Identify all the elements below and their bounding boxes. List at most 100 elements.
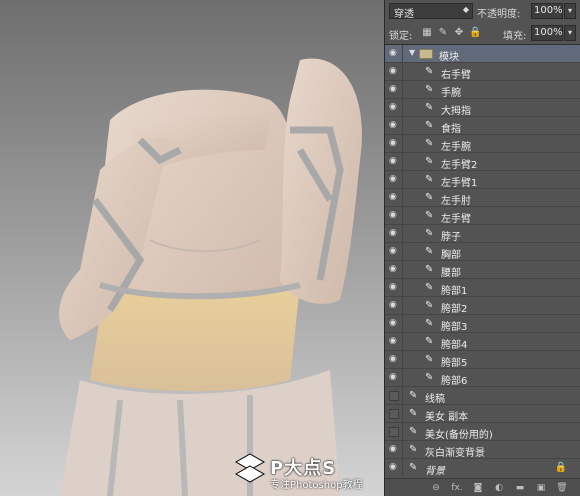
new-layer-icon[interactable]: ▣ xyxy=(534,482,548,494)
layers-footer: ⊖ fx. ◙ ◐ ▬ ▣ 🗑 xyxy=(385,478,580,496)
fill-dropdown-button[interactable]: ▾ xyxy=(564,25,576,41)
visibility-eye-icon[interactable]: ◉ xyxy=(385,63,403,80)
layer-row[interactable]: ◉ ✎ 胯部2 xyxy=(385,297,580,315)
brush-icon: ✎ xyxy=(425,192,434,203)
layer-name: 左手臂2 xyxy=(441,160,478,171)
layer-row[interactable]: ◉ ✎ 胯部6 xyxy=(385,369,580,387)
fill-input[interactable]: 100% xyxy=(531,25,563,41)
layer-row[interactable]: ◉ ✎ 左手肘 xyxy=(385,189,580,207)
lock-move-icon[interactable]: ✥ xyxy=(453,27,465,39)
layer-name: 胯部5 xyxy=(441,358,468,369)
layer-row[interactable]: ◉ ✎ 大拇指 xyxy=(385,99,580,117)
visibility-eye-icon[interactable]: ◉ xyxy=(385,225,403,242)
visibility-eye-icon[interactable]: ◉ xyxy=(385,387,403,404)
visibility-eye-icon[interactable]: ◉ xyxy=(385,351,403,368)
layer-row[interactable]: ◉ ✎ 线稿 xyxy=(385,387,580,405)
watermark-logo-icon xyxy=(234,453,266,483)
layer-row[interactable]: ◉ ✎ 左手臂 xyxy=(385,207,580,225)
visibility-eye-icon[interactable]: ◉ xyxy=(385,207,403,224)
layers-list: ◉ ▼ 模块 ◉ ✎ 右手臂 ◉ ✎ 手腕 ◉ ✎ 大拇指 ◉ ✎ 食指 ◉ ✎ 左手腕 ◉ ✎ 左手臂2 ◉ ✎ 左手臂1 ◉… xyxy=(385,44,580,476)
layer-name: 模块 xyxy=(439,52,459,63)
visibility-eye-icon[interactable]: ◉ xyxy=(385,315,403,332)
layer-row[interactable]: ◉ ✎ 左手臂2 xyxy=(385,153,580,171)
layer-row[interactable]: ◉ ✎ 手腕 xyxy=(385,81,580,99)
visibility-eye-icon[interactable]: ◉ xyxy=(385,405,403,422)
layer-row[interactable]: ◉ ✎ 美女 副本 xyxy=(385,405,580,423)
adjustment-icon[interactable]: ◐ xyxy=(492,482,506,494)
layer-name: 胯部2 xyxy=(441,304,468,315)
visibility-eye-icon[interactable]: ◉ xyxy=(385,423,403,440)
visibility-eye-icon[interactable]: ◉ xyxy=(385,117,403,134)
visibility-eye-icon[interactable]: ◉ xyxy=(385,279,403,296)
fill-label: 填充: xyxy=(503,31,527,42)
layer-row[interactable]: ◉ ✎ 右手臂 xyxy=(385,63,580,81)
layer-name: 胯部3 xyxy=(441,322,468,333)
layer-row[interactable]: ◉ ✎ 美女(备份用的) xyxy=(385,423,580,441)
brush-icon: ✎ xyxy=(425,174,434,185)
blend-mode-select[interactable]: 穿透 ◆ xyxy=(389,3,473,20)
layer-row[interactable]: ◉ ✎ 腰部 xyxy=(385,261,580,279)
brush-icon: ✎ xyxy=(425,210,434,221)
layer-row[interactable]: ◉ ✎ 左手腕 xyxy=(385,135,580,153)
watermark-subtitle: 专注Photoshop教程 xyxy=(270,480,363,491)
layer-row[interactable]: ◉ ✎ 胯部4 xyxy=(385,333,580,351)
brush-icon: ✎ xyxy=(425,264,434,275)
layer-row[interactable]: ◉ ✎ 背景 🔒 xyxy=(385,459,580,476)
visibility-eye-icon[interactable]: ◉ xyxy=(385,99,403,116)
layer-name: 胯部4 xyxy=(441,340,468,351)
visibility-eye-icon[interactable]: ◉ xyxy=(385,81,403,98)
layer-name: 胯部6 xyxy=(441,376,468,387)
chevron-down-icon: ◆ xyxy=(462,5,469,14)
fx-icon[interactable]: fx. xyxy=(450,482,464,494)
layer-name: 右手臂 xyxy=(441,70,471,81)
layer-row[interactable]: ◉ ✎ 胯部3 xyxy=(385,315,580,333)
layer-row[interactable]: ◉ ✎ 胯部5 xyxy=(385,351,580,369)
folder-icon[interactable]: ▬ xyxy=(513,482,527,494)
layers-panel: 穿透 ◆ 不透明度: 100% ▾ 锁定: ▦ ✎ ✥ 🔒 填充: 100% ▾… xyxy=(384,0,580,496)
layer-name: 线稿 xyxy=(425,394,445,405)
visibility-eye-icon[interactable]: ◉ xyxy=(385,243,403,260)
mask-icon[interactable]: ◙ xyxy=(471,482,485,494)
watermark: P大点S 专注Photoshop教程 xyxy=(234,452,384,492)
visibility-eye-icon[interactable]: ◉ xyxy=(385,333,403,350)
layer-row[interactable]: ◉ ✎ 胯部1 xyxy=(385,279,580,297)
trash-icon[interactable]: 🗑 xyxy=(555,482,569,494)
visibility-eye-icon[interactable]: ◉ xyxy=(385,45,403,62)
brush-icon: ✎ xyxy=(409,390,418,401)
layer-name: 左手腕 xyxy=(441,142,471,153)
visibility-eye-icon[interactable]: ◉ xyxy=(385,189,403,206)
lock-icon: 🔒 xyxy=(554,462,567,473)
opacity-input[interactable]: 100% xyxy=(531,3,563,19)
visibility-eye-icon[interactable]: ◉ xyxy=(385,297,403,314)
brush-icon: ✎ xyxy=(425,246,434,257)
brush-icon: ✎ xyxy=(425,120,434,131)
lock-options-row: 锁定: ▦ ✎ ✥ 🔒 填充: 100% ▾ xyxy=(385,22,580,44)
lock-transparent-icon[interactable]: ▦ xyxy=(421,27,433,39)
visibility-eye-icon[interactable]: ◉ xyxy=(385,441,403,458)
visibility-eye-icon[interactable]: ◉ xyxy=(385,153,403,170)
layer-name: 脖子 xyxy=(441,232,461,243)
group-expand-icon[interactable]: ▼ xyxy=(409,48,415,57)
opacity-dropdown-button[interactable]: ▾ xyxy=(564,3,576,19)
visibility-eye-icon[interactable]: ◉ xyxy=(385,135,403,152)
brush-icon: ✎ xyxy=(425,354,434,365)
layer-row[interactable]: ◉ ✎ 灰白渐变背景 xyxy=(385,441,580,459)
brush-icon: ✎ xyxy=(425,84,434,95)
visibility-eye-icon[interactable]: ◉ xyxy=(385,459,403,476)
lock-brush-icon[interactable]: ✎ xyxy=(437,27,449,39)
layer-row[interactable]: ◉ ✎ 左手臂1 xyxy=(385,171,580,189)
layer-name: 左手臂 xyxy=(441,214,471,225)
layer-row[interactable]: ◉ ✎ 胸部 xyxy=(385,243,580,261)
layer-name: 灰白渐变背景 xyxy=(425,448,485,459)
visibility-eye-icon[interactable]: ◉ xyxy=(385,261,403,278)
layer-row[interactable]: ◉ ▼ 模块 xyxy=(385,45,580,63)
lock-all-icon[interactable]: 🔒 xyxy=(469,27,481,39)
visibility-eye-icon[interactable]: ◉ xyxy=(385,369,403,386)
document-canvas[interactable]: P大点S 专注Photoshop教程 xyxy=(0,0,384,496)
layer-row[interactable]: ◉ ✎ 脖子 xyxy=(385,225,580,243)
layer-row[interactable]: ◉ ✎ 食指 xyxy=(385,117,580,135)
link-icon[interactable]: ⊖ xyxy=(429,482,443,494)
layer-name: 手腕 xyxy=(441,88,461,99)
layer-name: 胯部1 xyxy=(441,286,468,297)
visibility-eye-icon[interactable]: ◉ xyxy=(385,171,403,188)
